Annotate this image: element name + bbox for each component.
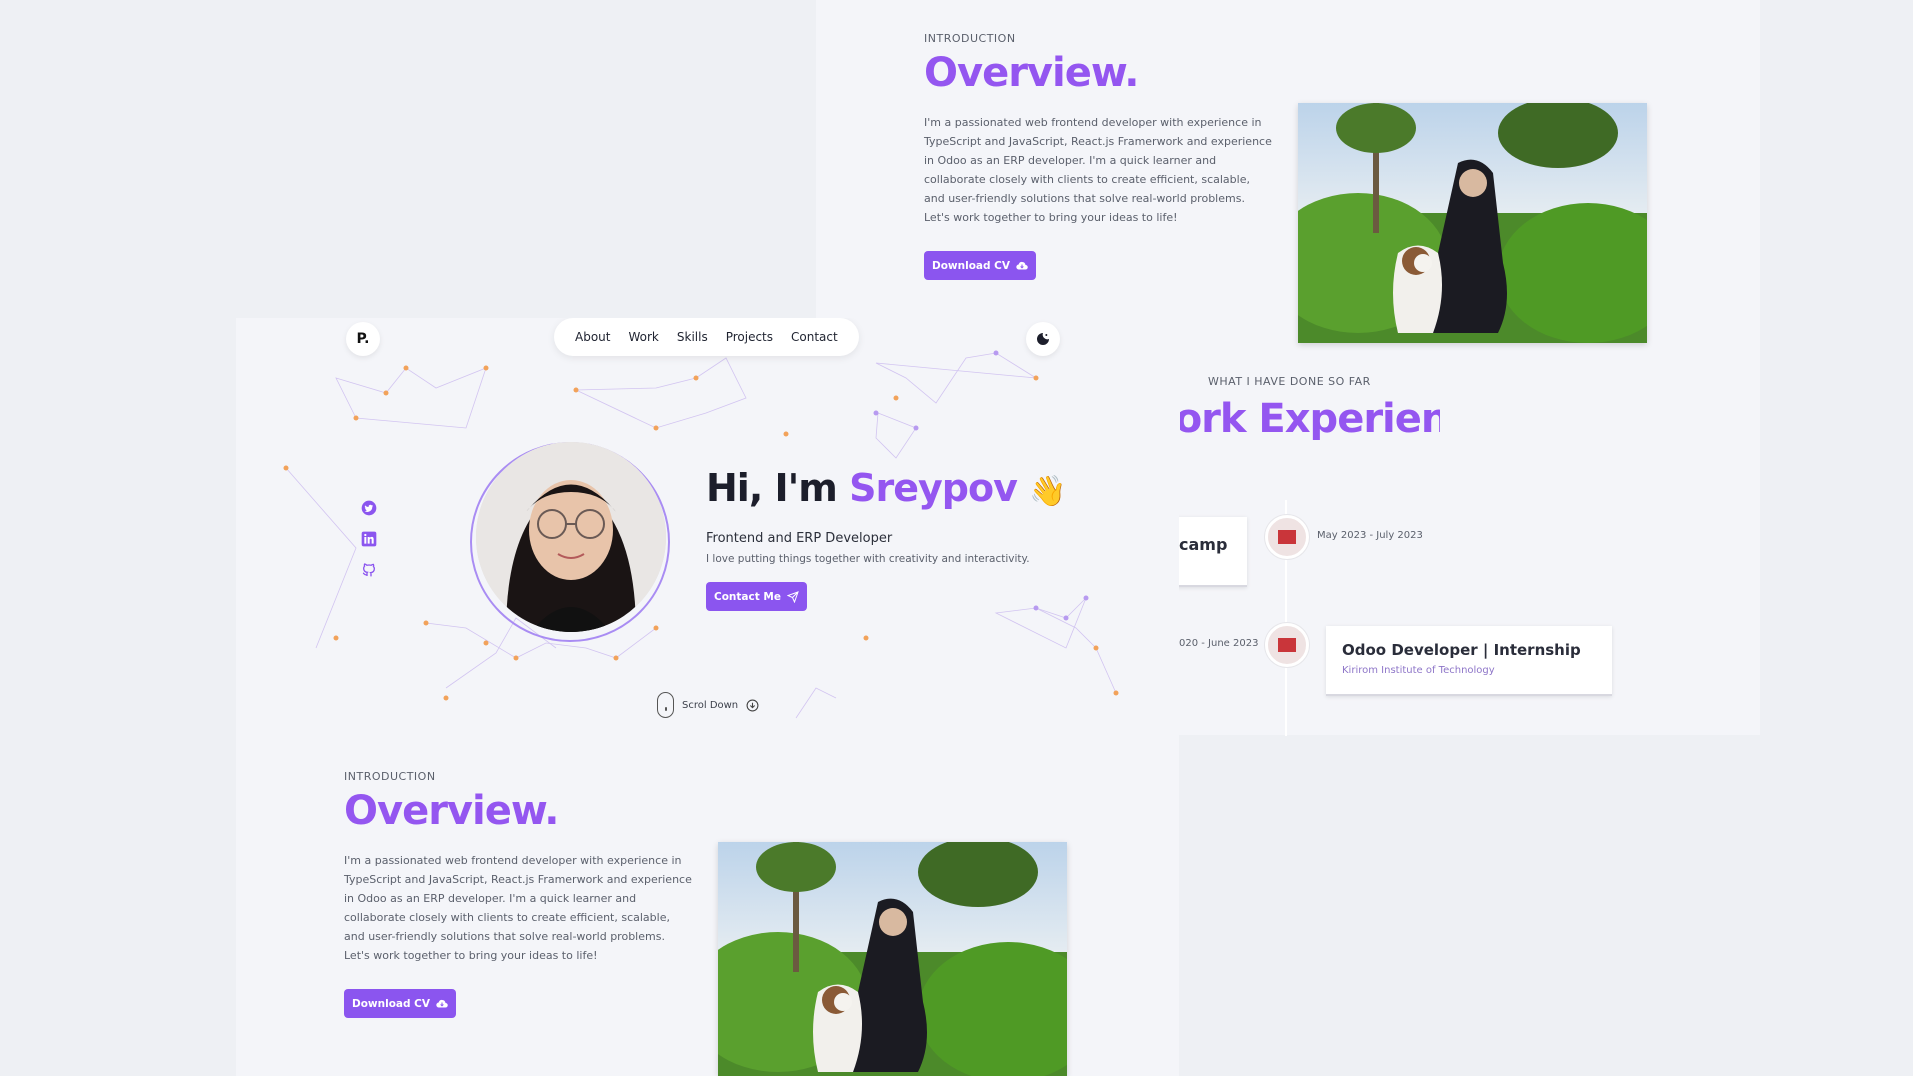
mouse-icon	[657, 692, 674, 718]
download-cv-button[interactable]: Download CV	[924, 251, 1037, 280]
contact-me-button[interactable]: Contact Me	[706, 582, 807, 611]
experience-title-clip: Work Experience.	[1180, 380, 1440, 440]
scroll-down[interactable]: Scrol Down	[657, 692, 759, 718]
download-cv-label: Download CV	[932, 259, 1011, 272]
download-cv-button-2[interactable]: Download CV	[344, 989, 457, 1018]
nav-item-about[interactable]: About	[566, 330, 619, 344]
nav-item-projects[interactable]: Projects	[717, 330, 782, 344]
arrow-down-circle-icon	[746, 699, 759, 711]
twitter-icon[interactable]	[361, 500, 377, 516]
overview-paragraph: I'm a passionated web frontend developer…	[924, 116, 1272, 224]
experience-card-1-title: camp	[1179, 535, 1228, 554]
company-logo-icon	[1278, 530, 1296, 544]
nav-item-skills[interactable]: Skills	[668, 330, 717, 344]
experience-card-2-company: Kirirom Institute of Technology	[1342, 665, 1495, 676]
cloud-download-icon	[436, 999, 448, 1008]
experience-date-1: May 2023 - July 2023	[1317, 530, 1423, 541]
overview-photo-2	[718, 842, 1067, 1076]
contact-me-label: Contact Me	[714, 590, 781, 603]
experience-timeline: camp May 2023 - July 2023 020 - June 202…	[1179, 500, 1760, 736]
hero-heading: Hi, I'm Sreypov 👋	[706, 466, 1066, 510]
hero-tagline: I love putting things together with crea…	[706, 553, 1030, 565]
theme-toggle-button[interactable]	[1026, 322, 1060, 356]
overview-section-bottom: INTRODUCTION Overview. I'm a passionated…	[236, 736, 1179, 1076]
nav-item-contact[interactable]: Contact	[782, 330, 847, 344]
wave-icon: 👋	[1029, 474, 1066, 509]
experience-date-2: 020 - June 2023	[1179, 638, 1259, 649]
hero-greeting: Hi, I'm	[706, 466, 838, 510]
experience-card-2-title: Odoo Developer | Internship	[1342, 641, 1581, 659]
nav-item-work[interactable]: Work	[619, 330, 667, 344]
experience-title: Work Experience.	[1180, 396, 1440, 440]
overview-eyebrow-2: INTRODUCTION	[344, 770, 436, 783]
social-links	[361, 500, 377, 578]
moon-icon	[1037, 333, 1049, 345]
avatar	[476, 442, 666, 632]
main-nav: About Work Skills Projects Contact	[554, 318, 859, 356]
hero-section: P. About Work Skills Projects Contact Hi…	[236, 318, 1179, 736]
overview-photo	[1298, 103, 1647, 343]
experience-card-1: camp	[1179, 517, 1247, 587]
overview-eyebrow: INTRODUCTION	[924, 32, 1016, 45]
overview-title-2: Overview.	[344, 788, 559, 834]
overview-paragraph-2: I'm a passionated web frontend developer…	[344, 854, 692, 962]
overview-title: Overview.	[924, 50, 1139, 96]
send-icon	[786, 590, 799, 603]
cloud-download-icon	[1016, 261, 1028, 270]
company-logo-icon	[1278, 638, 1296, 652]
download-cv-label-2: Download CV	[352, 997, 431, 1010]
timeline-node-1	[1265, 515, 1309, 559]
hero-name: Sreypov	[849, 466, 1018, 510]
hero-role: Frontend and ERP Developer	[706, 531, 893, 546]
timeline-node-2	[1265, 623, 1309, 667]
scroll-down-label: Scrol Down	[682, 699, 739, 711]
site-logo[interactable]: P.	[346, 322, 380, 356]
linkedin-icon[interactable]	[361, 531, 377, 547]
github-icon[interactable]	[361, 562, 377, 578]
particle-network-background	[283, 350, 1119, 719]
experience-card-2: Odoo Developer | Internship Kirirom Inst…	[1326, 626, 1612, 696]
